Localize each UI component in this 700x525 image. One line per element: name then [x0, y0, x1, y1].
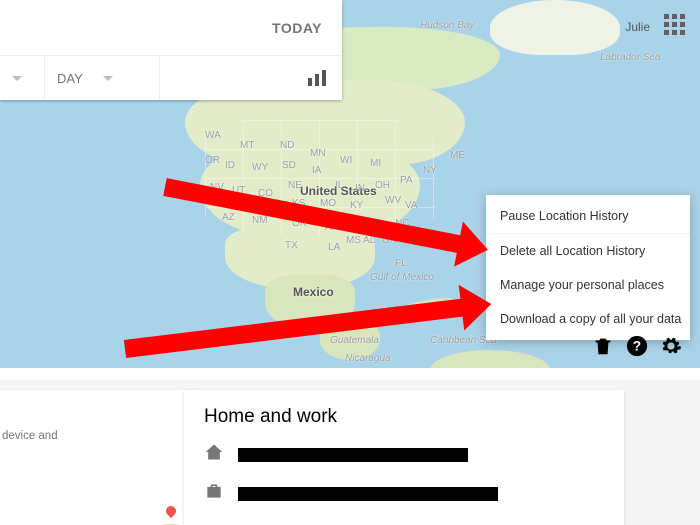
- state-mt: MT: [240, 140, 254, 151]
- work-address-redacted: [238, 487, 498, 501]
- location-history-status-card: is on by your mobile device and STORY: [0, 390, 198, 525]
- state-il: IL: [335, 180, 343, 191]
- state-nd: ND: [280, 140, 294, 151]
- state-nm: NM: [252, 215, 268, 226]
- state-mn: MN: [310, 148, 326, 159]
- card-title: Home and work: [204, 406, 604, 428]
- chevron-down-icon: [103, 76, 113, 81]
- state-wi: WI: [340, 155, 352, 166]
- label-mexico: Mexico: [293, 285, 334, 299]
- trash-icon[interactable]: [592, 335, 614, 357]
- bar-chart-icon[interactable]: [308, 70, 326, 86]
- state-pa: PA: [400, 175, 413, 186]
- state-wy: WY: [252, 162, 268, 173]
- svg-text:?: ?: [633, 339, 641, 354]
- state-ne: NE: [288, 180, 302, 191]
- date-dropdown-1[interactable]: [0, 56, 45, 100]
- state-in: IN: [355, 183, 365, 194]
- label-guatemala: Guatemala: [330, 335, 379, 346]
- state-az: AZ: [222, 212, 235, 223]
- state-ia: IA: [312, 165, 321, 176]
- label-gulf: Gulf of Mexico: [370, 272, 434, 283]
- label-hudson-bay: Hudson Bay: [420, 20, 474, 31]
- state-mi: MI: [370, 158, 381, 169]
- unit-dropdown[interactable]: DAY: [45, 56, 160, 100]
- help-icon[interactable]: ?: [626, 335, 648, 357]
- state-id: ID: [225, 160, 235, 171]
- home-address-redacted: [238, 448, 468, 462]
- gear-icon[interactable]: [660, 335, 682, 357]
- user-name[interactable]: Julie: [625, 20, 650, 34]
- work-row[interactable]: [204, 481, 604, 506]
- work-icon: [204, 481, 224, 506]
- state-fl: FL: [395, 258, 407, 269]
- menu-pause-history[interactable]: Pause Location History: [486, 199, 690, 233]
- card-title: is on: [0, 404, 184, 426]
- menu-manage-places[interactable]: Manage your personal places: [486, 268, 690, 302]
- state-wa: WA: [205, 130, 221, 141]
- google-apps-icon[interactable]: [664, 14, 686, 36]
- label-nicaragua: Nicaragua: [345, 353, 391, 364]
- state-me: ME: [450, 150, 465, 161]
- state-wv: WV: [385, 195, 401, 206]
- settings-menu: Pause Location History Delete all Locati…: [486, 195, 690, 340]
- today-button[interactable]: TODAY: [272, 20, 322, 36]
- home-row[interactable]: [204, 442, 604, 467]
- date-filter-panel: TODAY DAY: [0, 0, 342, 100]
- state-ky: KY: [350, 200, 363, 211]
- state-sd: SD: [282, 160, 296, 171]
- home-and-work-card: Home and work: [184, 390, 624, 525]
- home-icon: [204, 442, 224, 467]
- label-labrador: Labrador Sea: [600, 52, 661, 63]
- card-subtitle: by your mobile device and: [0, 428, 184, 444]
- state-ny: NY: [423, 165, 437, 176]
- state-ms: MS: [346, 235, 361, 246]
- state-va: VA: [405, 200, 418, 211]
- state-oh: OH: [375, 180, 390, 191]
- state-tx: TX: [285, 240, 298, 251]
- map-action-icons: ?: [592, 335, 682, 357]
- menu-download-data[interactable]: Download a copy of all your data: [486, 302, 690, 336]
- state-mo: MO: [320, 198, 336, 209]
- unit-label: DAY: [57, 71, 83, 86]
- state-or: OR: [205, 155, 220, 166]
- card-strip: is on by your mobile device and STORY Ho…: [0, 380, 700, 525]
- menu-delete-all-history[interactable]: Delete all Location History: [486, 234, 690, 268]
- chevron-down-icon: [12, 76, 22, 81]
- state-la: LA: [328, 242, 340, 253]
